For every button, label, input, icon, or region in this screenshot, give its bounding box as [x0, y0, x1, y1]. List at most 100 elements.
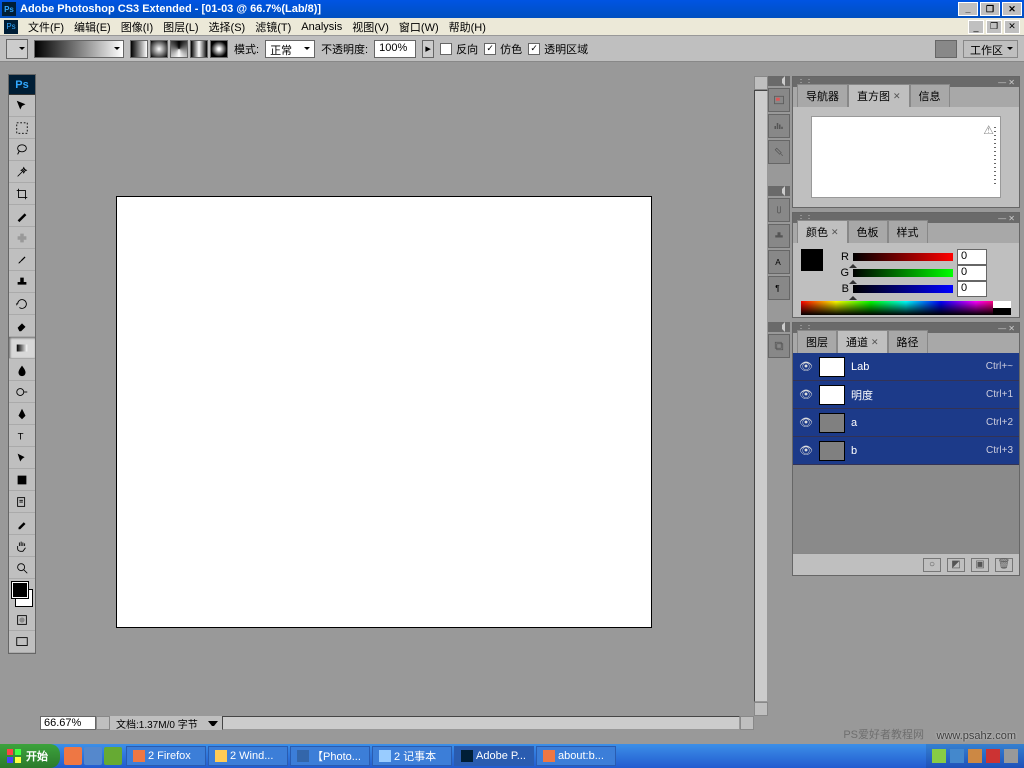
start-button[interactable]: 开始 [0, 744, 60, 768]
tray-icon[interactable] [950, 749, 964, 763]
channel-row[interactable]: 👁 b Ctrl+3 [793, 437, 1019, 465]
g-slider[interactable] [853, 269, 953, 277]
task-about[interactable]: about:b... [536, 746, 616, 766]
tab-channels[interactable]: 通道✕ [837, 330, 888, 353]
r-slider[interactable] [853, 253, 953, 261]
doc-close-button[interactable]: ✕ [1004, 20, 1020, 34]
tool-preset-picker[interactable] [6, 39, 28, 59]
b-input[interactable]: 0 [957, 281, 987, 297]
color-swatches[interactable] [9, 579, 35, 609]
visibility-icon[interactable]: 👁 [799, 444, 813, 458]
doc-minimize-button[interactable]: _ [968, 20, 984, 34]
menu-select[interactable]: 选择(S) [205, 17, 250, 37]
menu-layer[interactable]: 图层(L) [159, 17, 202, 37]
bridge-icon[interactable] [935, 40, 957, 58]
system-tray[interactable] [926, 744, 1024, 768]
dock-icon-char[interactable]: A [768, 250, 790, 274]
workspace-button[interactable]: 工作区 [963, 40, 1018, 58]
load-selection-icon[interactable]: ○ [923, 558, 941, 572]
path-select-tool[interactable] [9, 447, 35, 469]
tab-color[interactable]: 颜色✕ [797, 220, 848, 243]
tray-icon[interactable] [968, 749, 982, 763]
dock-icon-brushes[interactable] [768, 198, 790, 222]
dock-icon-clone[interactable] [768, 224, 790, 248]
dodge-tool[interactable] [9, 381, 35, 403]
task-notepad[interactable]: 2 记事本 [372, 746, 452, 766]
scroll-up-button[interactable] [754, 76, 768, 90]
dock-icon-histogram[interactable] [768, 114, 790, 138]
mode-select[interactable]: 正常 [265, 40, 315, 58]
eyedropper-tool[interactable] [9, 513, 35, 535]
dock-icon-tools[interactable] [768, 140, 790, 164]
tab-navigator[interactable]: 导航器 [797, 84, 848, 107]
panel-menu-icon[interactable]: — ✕ [998, 214, 1015, 223]
color-fg-swatch[interactable] [801, 249, 823, 271]
scroll-right-button[interactable] [740, 716, 754, 730]
new-channel-icon[interactable]: ▣ [971, 558, 989, 572]
tab-styles[interactable]: 样式 [888, 220, 928, 243]
ql-firefox-icon[interactable] [64, 747, 82, 765]
move-tool[interactable] [9, 95, 35, 117]
scroll-left-button[interactable] [96, 716, 110, 730]
channel-row[interactable]: 👁 a Ctrl+2 [793, 409, 1019, 437]
blur-tool[interactable] [9, 359, 35, 381]
quickmask-toggle[interactable] [9, 609, 35, 631]
fg-color-swatch[interactable] [12, 582, 28, 598]
restore-button[interactable]: ❐ [980, 2, 1000, 16]
crop-tool[interactable] [9, 183, 35, 205]
gradient-preview[interactable] [34, 40, 124, 58]
gradient-tool[interactable] [9, 337, 35, 359]
menu-edit[interactable]: 编辑(E) [70, 17, 115, 37]
tray-icon[interactable] [1004, 749, 1018, 763]
zoom-input[interactable]: 66.67% [40, 716, 96, 730]
dither-checkbox[interactable]: ✓仿色 [484, 41, 522, 57]
doc-info-menu[interactable] [208, 721, 218, 726]
brush-tool[interactable] [9, 249, 35, 271]
type-tool[interactable]: T [9, 425, 35, 447]
ql-app-icon[interactable] [104, 747, 122, 765]
transparency-checkbox[interactable]: ✓透明区域 [528, 41, 588, 57]
menu-filter[interactable]: 滤镜(T) [251, 17, 295, 37]
marquee-tool[interactable] [9, 117, 35, 139]
menu-file[interactable]: 文件(F) [24, 17, 68, 37]
menu-window[interactable]: 窗口(W) [395, 17, 443, 37]
scroll-down-button[interactable] [754, 702, 768, 716]
tab-swatches[interactable]: 色板 [848, 220, 888, 243]
tab-layers[interactable]: 图层 [797, 330, 837, 353]
visibility-icon[interactable]: 👁 [799, 388, 813, 402]
r-input[interactable]: 0 [957, 249, 987, 265]
wand-tool[interactable] [9, 161, 35, 183]
history-brush-tool[interactable] [9, 293, 35, 315]
visibility-icon[interactable]: 👁 [799, 360, 813, 374]
heal-tool[interactable] [9, 227, 35, 249]
g-input[interactable]: 0 [957, 265, 987, 281]
save-selection-icon[interactable]: ◩ [947, 558, 965, 572]
tab-info[interactable]: 信息 [910, 84, 950, 107]
ps-logo[interactable]: Ps [9, 75, 35, 95]
pen-tool[interactable] [9, 403, 35, 425]
screenmode-toggle[interactable] [9, 631, 35, 653]
task-explorer[interactable]: 2 Wind... [208, 746, 288, 766]
close-button[interactable]: ✕ [1002, 2, 1022, 16]
channel-row[interactable]: 👁 Lab Ctrl+~ [793, 353, 1019, 381]
gradient-diamond-button[interactable] [210, 40, 228, 58]
stamp-tool[interactable] [9, 271, 35, 293]
shape-tool[interactable] [9, 469, 35, 491]
ql-desktop-icon[interactable] [84, 747, 102, 765]
tab-histogram[interactable]: 直方图✕ [848, 84, 910, 107]
task-photo[interactable]: 【Photo... [290, 746, 370, 766]
notes-tool[interactable] [9, 491, 35, 513]
gradient-reflected-button[interactable] [190, 40, 208, 58]
task-photoshop[interactable]: Adobe P... [454, 746, 534, 766]
vertical-scrollbar[interactable] [754, 76, 768, 716]
gradient-radial-button[interactable] [150, 40, 168, 58]
opacity-input[interactable]: 100% [374, 40, 416, 58]
panel-menu-icon[interactable]: — ✕ [998, 324, 1015, 333]
dock-collapse-1[interactable] [768, 76, 790, 86]
task-firefox[interactable]: 2 Firefox [126, 746, 206, 766]
menu-image[interactable]: 图像(I) [117, 17, 157, 37]
reverse-checkbox[interactable]: 反向 [440, 41, 478, 57]
hand-tool[interactable] [9, 535, 35, 557]
dock-icon-para[interactable]: ¶ [768, 276, 790, 300]
channel-row[interactable]: 👁 明度 Ctrl+1 [793, 381, 1019, 409]
